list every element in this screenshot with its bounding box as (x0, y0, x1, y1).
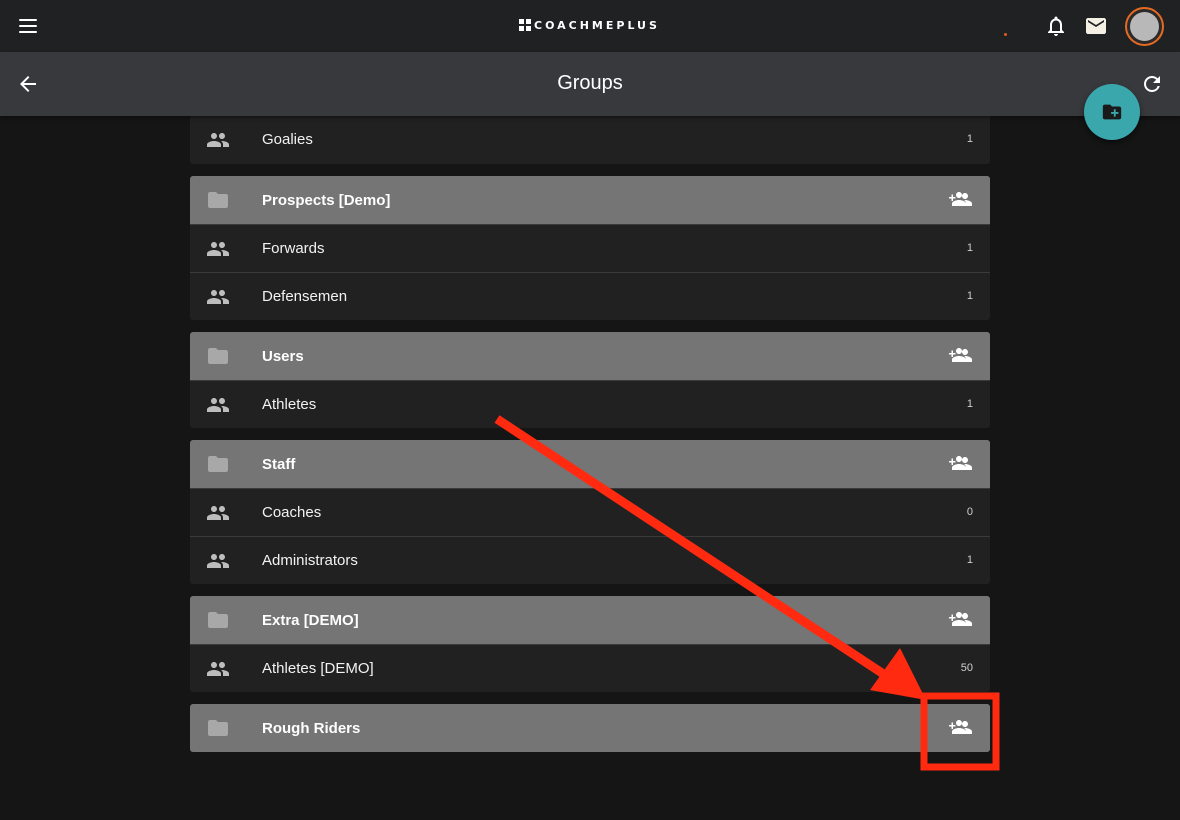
folder-icon (206, 452, 230, 476)
group-card-partial: Goalies 1 (190, 112, 990, 164)
menu-icon[interactable] (14, 12, 42, 40)
bell-icon[interactable] (1044, 14, 1068, 38)
group-name: Coaches (262, 504, 322, 521)
groups-list: Goalies 1 Prospects [Demo] Forwards 1 Defens… (190, 112, 990, 764)
folder-header[interactable]: Prospects [Demo] (190, 176, 990, 224)
brand-name: COACHMEPLUS (534, 18, 660, 32)
people-icon (206, 393, 230, 417)
group-name: Defensemen (262, 288, 348, 305)
group-name: Athletes (262, 396, 317, 413)
folder-name: Staff (262, 455, 296, 473)
folder-card: Staff Coaches 0 Administrators 1 (190, 440, 990, 584)
add-folder-button[interactable] (1084, 84, 1140, 140)
status-dot (1004, 33, 1007, 36)
member-count: 50 (960, 662, 973, 674)
member-count: 1 (966, 133, 973, 145)
member-count: 1 (966, 554, 973, 566)
page-title: Groups (557, 72, 623, 94)
people-icon (206, 657, 230, 681)
app-root: COACHMEPLUS Groups Goalies 1 Prospects [D… (0, 0, 1180, 820)
people-icon (206, 285, 230, 309)
folder-plus-icon (1102, 104, 1122, 120)
folder-card: Rough Riders (190, 704, 990, 752)
group-row[interactable]: Coaches 0 (190, 488, 990, 536)
people-icon (206, 237, 230, 261)
group-row[interactable]: Forwards 1 (190, 224, 990, 272)
folder-name: Prospects [Demo] (262, 191, 391, 209)
member-count: 1 (966, 398, 973, 410)
brand-logo[interactable]: COACHMEPLUS (519, 18, 660, 32)
folder-icon (206, 716, 230, 740)
group-row[interactable]: Athletes 1 (190, 380, 990, 428)
folder-icon (206, 188, 230, 212)
folder-header[interactable]: Users (190, 332, 990, 380)
group-row[interactable]: Defensemen 1 (190, 272, 990, 320)
group-row[interactable]: Goalies 1 (190, 116, 990, 164)
folder-card: Extra [DEMO] Athletes [DEMO] 50 (190, 596, 990, 692)
add-member-icon[interactable] (948, 451, 974, 477)
member-count: 0 (966, 506, 973, 518)
folder-card: Prospects [Demo] Forwards 1 Defensemen 1 (190, 176, 990, 320)
member-count: 1 (966, 290, 973, 302)
add-member-icon[interactable] (948, 343, 974, 369)
people-icon (206, 128, 230, 152)
refresh-icon[interactable] (1140, 72, 1164, 96)
top-bar: COACHMEPLUS (0, 0, 1180, 52)
people-icon (206, 549, 230, 573)
folder-header[interactable]: Rough Riders (190, 704, 990, 752)
group-name: Athletes [DEMO] (262, 660, 374, 677)
folder-header[interactable]: Extra [DEMO] (190, 596, 990, 644)
group-name: Goalies (262, 131, 313, 148)
people-icon (206, 501, 230, 525)
folder-name: Extra [DEMO] (262, 611, 359, 629)
folder-card: Users Athletes 1 (190, 332, 990, 428)
mail-icon[interactable] (1084, 14, 1108, 38)
logo-mark-icon (519, 19, 531, 31)
member-count: 1 (966, 242, 973, 254)
group-name: Forwards (262, 240, 325, 257)
folder-header[interactable]: Staff (190, 440, 990, 488)
folder-icon (206, 608, 230, 632)
add-member-icon[interactable] (948, 607, 974, 633)
group-row[interactable]: Administrators 1 (190, 536, 990, 584)
add-member-icon[interactable] (948, 187, 974, 213)
add-member-icon[interactable] (948, 715, 974, 741)
folder-icon (206, 344, 230, 368)
avatar[interactable] (1125, 7, 1164, 46)
group-row[interactable]: Athletes [DEMO] 50 (190, 644, 990, 692)
page-header: Groups (0, 52, 1180, 116)
group-name: Administrators (262, 552, 358, 569)
folder-name: Rough Riders (262, 719, 361, 737)
folder-name: Users (262, 347, 304, 365)
